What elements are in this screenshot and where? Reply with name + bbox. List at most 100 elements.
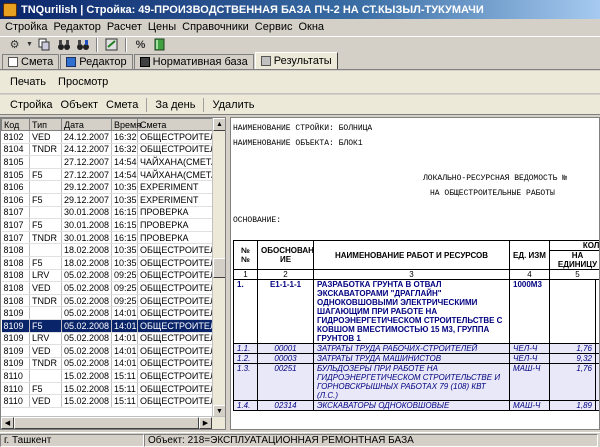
table-cell: 15:11 — [111, 382, 138, 396]
table-cell: ОБЩЕСТРОИТЕЛЬНЫЕ — [137, 256, 214, 270]
copy-icon[interactable] — [36, 37, 53, 52]
table-row[interactable]: 8109VED05.02.200814:01ОБЩЕСТРОИТЕЛЬНЫЕ — [1, 344, 214, 358]
book-icon — [139, 57, 150, 67]
table-cell: 14:54 — [111, 168, 138, 182]
menu-item-editor[interactable]: Редактор — [51, 21, 104, 33]
table-row[interactable]: 8108TNDR05.02.200809:25ОБЩЕСТРОИТЕЛЬНЫЕ — [1, 294, 214, 308]
menu-item-references[interactable]: Справочники — [179, 21, 252, 33]
gear-icon[interactable]: ⚙ — [6, 37, 23, 52]
table-row[interactable]: 8110VED15.02.200815:11ОБЩЕСТРОИТЕЛЬНЫЕ — [1, 394, 214, 409]
title-bar[interactable]: TNQurilish | Стройка: 49-ПРОИЗВОДСТВЕННА… — [0, 0, 600, 19]
table-row[interactable]: 8105 27.12.2007 14:54 ЧАЙХАНА(СМЕТА) — [1, 155, 214, 169]
toolbar-separator — [125, 37, 127, 52]
report-cell-val: 1,89 — [549, 400, 596, 411]
results-table: Код Тип Дата Время Смета 8102 VED 24.12.20… — [1, 118, 214, 409]
tab-normative-base[interactable]: Нормативная база — [133, 54, 254, 69]
menu-item-service[interactable]: Сервис — [252, 21, 296, 33]
report-cell-name: ЭКСКАВАТОРЫ ОДНОКОВШОВЫЕ — [313, 400, 510, 411]
table-cell: 24.12.2007 — [61, 143, 112, 157]
table-cell: 18.02.2008 — [61, 256, 112, 270]
table-row[interactable]: 8109F505.02.200814:01ОБЩЕСТРОИТЕЛЬНЫЕ — [1, 319, 214, 333]
tab-results[interactable]: Результаты — [254, 52, 338, 69]
table-row[interactable]: 8104TNDR24.12.200716:32ОБЩЕСТРОИТЕЛЬНЫЕ — [1, 143, 214, 157]
report-colnum: 1 — [233, 269, 258, 280]
dropdown-icon[interactable]: ▼ — [25, 37, 34, 52]
report-cell-extra: 0,3 — [595, 279, 599, 344]
table-cell: VED — [29, 394, 62, 409]
tab-editor[interactable]: Редактор — [60, 54, 133, 69]
report-preview: НАИМЕНОВАНИЕ СТРОЙКИ: БОЛНИЦА НАИМЕНОВАН… — [230, 117, 600, 430]
table-row[interactable]: 8109TNDR05.02.200814:01ОБЩЕСТРОИТЕЛЬНЫЕ — [1, 357, 214, 371]
tab-smeta[interactable]: Смета — [2, 54, 60, 69]
scroll-thumb[interactable] — [14, 417, 199, 429]
table-row[interactable]: 8108LRV05.02.200809:25ОБЩЕСТРОИТЕЛЬНЫЕ — [1, 269, 214, 283]
table-cell: 14:01 — [111, 306, 138, 320]
report-colnum: 3 — [313, 269, 510, 280]
table-row[interactable]: 8107 30.01.2008 16:15 ПРОВЕРКА — [1, 206, 214, 220]
vertical-scrollbar[interactable]: ▲ ▼ — [212, 118, 225, 418]
toolbar-separator — [96, 37, 98, 52]
table-cell: ПРОВЕРКА — [137, 206, 214, 220]
percent-icon[interactable]: % — [132, 37, 149, 52]
report-cell-val: 1,76 — [549, 343, 596, 354]
table-row[interactable]: 8107 F5 30.01.2008 16:15 ПРОВЕРКА — [1, 218, 214, 232]
status-city: г. Ташкент — [0, 433, 144, 447]
column-header[interactable]: Код — [1, 118, 30, 131]
report-basis-line: ОСНОВАНИЕ: — [233, 216, 282, 225]
report-cell-no: 1.2. — [233, 353, 258, 364]
horizontal-scrollbar[interactable]: ◀ ▶ — [1, 416, 225, 429]
column-header[interactable]: Тип — [29, 118, 62, 131]
print-button[interactable]: Печать — [10, 76, 46, 88]
menu-item-stroyka[interactable]: Стройка — [2, 21, 51, 33]
scroll-up-icon[interactable]: ▲ — [213, 118, 225, 131]
book-icon[interactable] — [151, 37, 168, 52]
report-cell-unit: 1000М3 — [509, 279, 550, 344]
column-header[interactable]: Дата — [61, 118, 112, 131]
table-cell: 09:25 — [111, 269, 138, 283]
report-cell-code: 02314 — [257, 400, 314, 411]
menu-item-windows[interactable]: Окна — [295, 21, 327, 33]
table-cell: F5 — [29, 382, 62, 396]
table-row[interactable]: 8102VED24.12.200716:32ОБЩЕСТРОИТЕЛЬНЫЕ — [1, 130, 214, 144]
filter-day-button[interactable]: За день — [151, 99, 199, 111]
filter-object-button[interactable]: Объект — [57, 99, 102, 111]
table-cell — [29, 306, 62, 320]
table-row[interactable]: 8106 F5 29.12.2007 10:35 EXPERIMENT — [1, 193, 214, 207]
table-cell: 16:15 — [111, 231, 138, 245]
delete-button[interactable]: Удалить — [208, 99, 258, 111]
table-cell: F5 — [29, 218, 62, 232]
table-row[interactable]: 8108F518.02.200810:35ОБЩЕСТРОИТЕЛЬНЫЕ — [1, 256, 214, 270]
table-row[interactable]: 8108VED05.02.200809:25ОБЩЕСТРОИТЕЛЬНЫЕ — [1, 281, 214, 295]
table-cell: VED — [29, 344, 62, 358]
filter-stroyka-button[interactable]: Стройка — [6, 99, 57, 111]
scroll-right-icon[interactable]: ▶ — [199, 417, 212, 429]
report-title-line: ЛОКАЛЬНО-РЕСУРСНАЯ ВЕДОМОСТЬ № — [423, 174, 568, 183]
table-row[interactable]: 8109 05.02.200814:01ОБЩЕСТРОИТЕЛЬНЫЕ — [1, 306, 214, 320]
table-row[interactable]: 8107 TNDR 30.01.2008 16:15 ПРОВЕРКА — [1, 231, 214, 245]
table-row[interactable]: 8106 29.12.2007 10:35 EXPERIMENT — [1, 180, 214, 194]
binoculars-icon[interactable] — [55, 37, 72, 52]
binoculars-next-icon[interactable] — [74, 37, 91, 52]
table-cell: ОБЩЕСТРОИТЕЛЬНЫЕ — [137, 332, 214, 346]
table-row[interactable]: 8110F515.02.200815:11ОБЩЕСТРОИТЕЛЬНЫЕ — [1, 382, 214, 396]
filter-smeta-button[interactable]: Смета — [102, 99, 142, 111]
table-cell: 16:32 — [111, 130, 138, 144]
table-row[interactable]: 8110 15.02.200815:11ОБЩЕСТРОИТЕЛЬНЫЕ — [1, 369, 214, 383]
column-header[interactable]: Время — [111, 118, 141, 131]
table-row[interactable]: 8105 F5 27.12.2007 14:54 ЧАЙХАНА(СМЕТА) — [1, 168, 214, 182]
report-cell-extra — [595, 363, 599, 401]
table-row[interactable]: 8109LRV05.02.200814:01ОБЩЕСТРОИТЕЛЬНЫЕ — [1, 332, 214, 346]
column-header[interactable]: Смета — [137, 118, 214, 131]
table-cell: ОБЩЕСТРОИТЕЛЬНЫЕ — [137, 357, 214, 371]
table-row[interactable]: 8108 18.02.200810:35ОБЩЕСТРОИТЕЛЬНЫЕ — [1, 243, 214, 257]
scroll-thumb[interactable] — [213, 258, 225, 278]
preview-button[interactable]: Просмотр — [58, 76, 108, 88]
report-row: 1.3. 00251 БУЛЬДОЗЕРЫ ПРИ РАБОТЕ НА ГИДРОЭ… — [233, 363, 599, 401]
scroll-left-icon[interactable]: ◀ — [1, 417, 14, 429]
table-cell — [29, 369, 62, 383]
table-cell: ОБЩЕСТРОИТЕЛЬНЫЕ — [137, 319, 214, 333]
menu-item-calc[interactable]: Расчет — [104, 21, 145, 33]
export-icon[interactable] — [103, 37, 120, 52]
table-cell: 05.02.2008 — [61, 319, 112, 333]
menu-item-prices[interactable]: Цены — [145, 21, 179, 33]
